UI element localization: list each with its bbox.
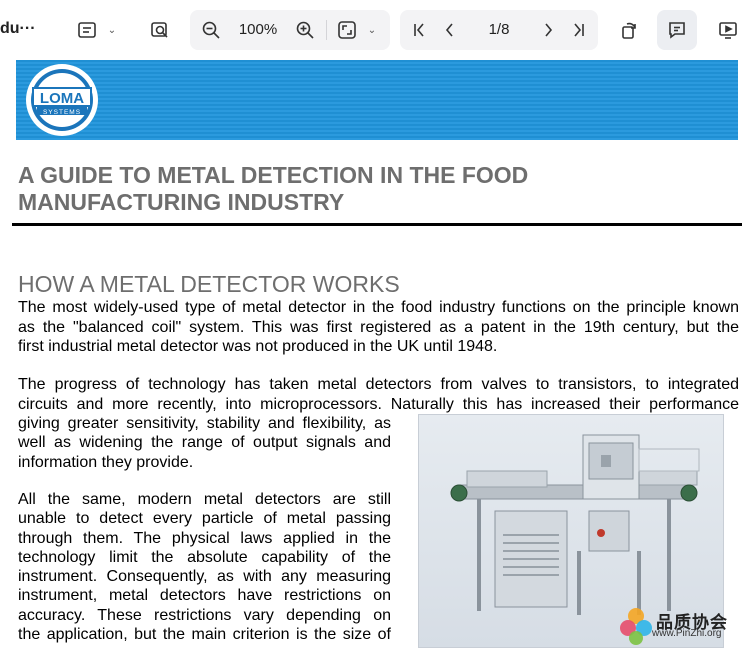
zoom-out-icon [202, 21, 220, 39]
presentation-icon [719, 22, 737, 39]
present-button[interactable] [714, 10, 742, 50]
paragraph-line: well as widening the range of output sig… [18, 434, 391, 452]
paragraph-line: circuits and more recently, into micropr… [18, 395, 739, 413]
toolbar-divider [326, 20, 327, 40]
paragraph-line: accuracy. These restrictions vary depend… [18, 606, 391, 624]
view-mode-button[interactable] [74, 10, 100, 50]
fit-dropdown-chevron[interactable]: ⌄ [364, 10, 380, 50]
page-navigation-group: 1/8 [400, 10, 598, 50]
search-page-icon [151, 22, 168, 38]
viewer-toolbar: du··· ⌄ 100% ⌄ 1/8 [0, 0, 742, 60]
paragraph-line: through them. The physical laws applied … [18, 529, 391, 547]
view-mode-dropdown-chevron[interactable]: ⌄ [104, 10, 120, 50]
watermark-url: www.PinZhi.org [652, 628, 722, 639]
search-button[interactable] [147, 10, 173, 50]
title-divider [12, 223, 742, 226]
zoom-out-button[interactable] [198, 10, 224, 50]
paragraph-line: The progress of technology has taken met… [18, 376, 739, 393]
zoom-in-icon [296, 21, 314, 39]
header-banner: LOMA SYSTEMS [16, 60, 738, 140]
paragraph-line: first industrial metal detector was not … [18, 338, 498, 355]
title-line-2: MANUFACTURING INDUSTRY [18, 189, 345, 215]
paragraph-line: giving greater sensitivity, stability an… [18, 415, 391, 432]
paragraph-1: The most widely-used type of metal detec… [18, 298, 739, 357]
zoom-in-button[interactable] [292, 10, 318, 50]
first-page-icon [414, 23, 424, 37]
logo-brand-text: LOMA [40, 90, 84, 107]
paragraph-2-continued: giving greater sensitivity, stability an… [18, 414, 391, 472]
fit-page-button[interactable] [334, 10, 360, 50]
logo-subtitle-text: SYSTEMS [43, 109, 81, 116]
flower-logo-icon [620, 608, 652, 645]
zoom-level[interactable]: 100% [230, 10, 286, 50]
rotate-button[interactable] [615, 10, 643, 50]
paragraph-line: The most widely-used type of metal detec… [18, 299, 739, 316]
last-page-icon [574, 23, 584, 37]
comment-button[interactable] [657, 10, 697, 50]
paragraph-2: The progress of technology has taken met… [18, 375, 739, 414]
paragraph-line: information they provide. [18, 453, 194, 471]
page-indicator[interactable]: 1/8 [472, 10, 526, 50]
layout-icon [78, 22, 96, 38]
paragraph-3: All the same, modern metal detectors are… [18, 490, 391, 644]
first-page-button[interactable] [408, 10, 432, 50]
paragraph-line: the application, but the main criterion … [18, 626, 391, 644]
rotate-icon [622, 22, 636, 39]
previous-page-button[interactable] [438, 10, 462, 50]
paragraph-line: instrument, metal detectors have restric… [18, 587, 391, 605]
paragraph-line: instrument. Consequently, as with any me… [18, 568, 391, 586]
next-page-button[interactable] [536, 10, 560, 50]
site-watermark: 品质协会 www.PinZhi.org [618, 604, 742, 646]
title-line-1: A GUIDE TO METAL DETECTION IN THE FOOD [18, 162, 529, 188]
comment-icon [669, 22, 685, 39]
document-title-heading: A GUIDE TO METAL DETECTION IN THE FOOD M… [18, 162, 718, 216]
paragraph-line: as the "balanced coil" system. This was … [18, 318, 739, 336]
fit-page-icon [338, 21, 356, 39]
zoom-group: 100% ⌄ [190, 10, 390, 50]
last-page-button[interactable] [566, 10, 590, 50]
paragraph-line: All the same, modern metal detectors are… [18, 491, 391, 508]
chevron-right-icon [545, 23, 553, 37]
document-title[interactable]: du··· [0, 20, 36, 38]
paragraph-line: unable to detect every particle of metal… [18, 510, 391, 528]
paragraph-line: technology limit the absolute capability… [18, 548, 391, 566]
section-heading: HOW A METAL DETECTOR WORKS [18, 271, 400, 297]
chevron-left-icon [445, 23, 453, 37]
loma-logo: LOMA SYSTEMS [24, 62, 100, 138]
